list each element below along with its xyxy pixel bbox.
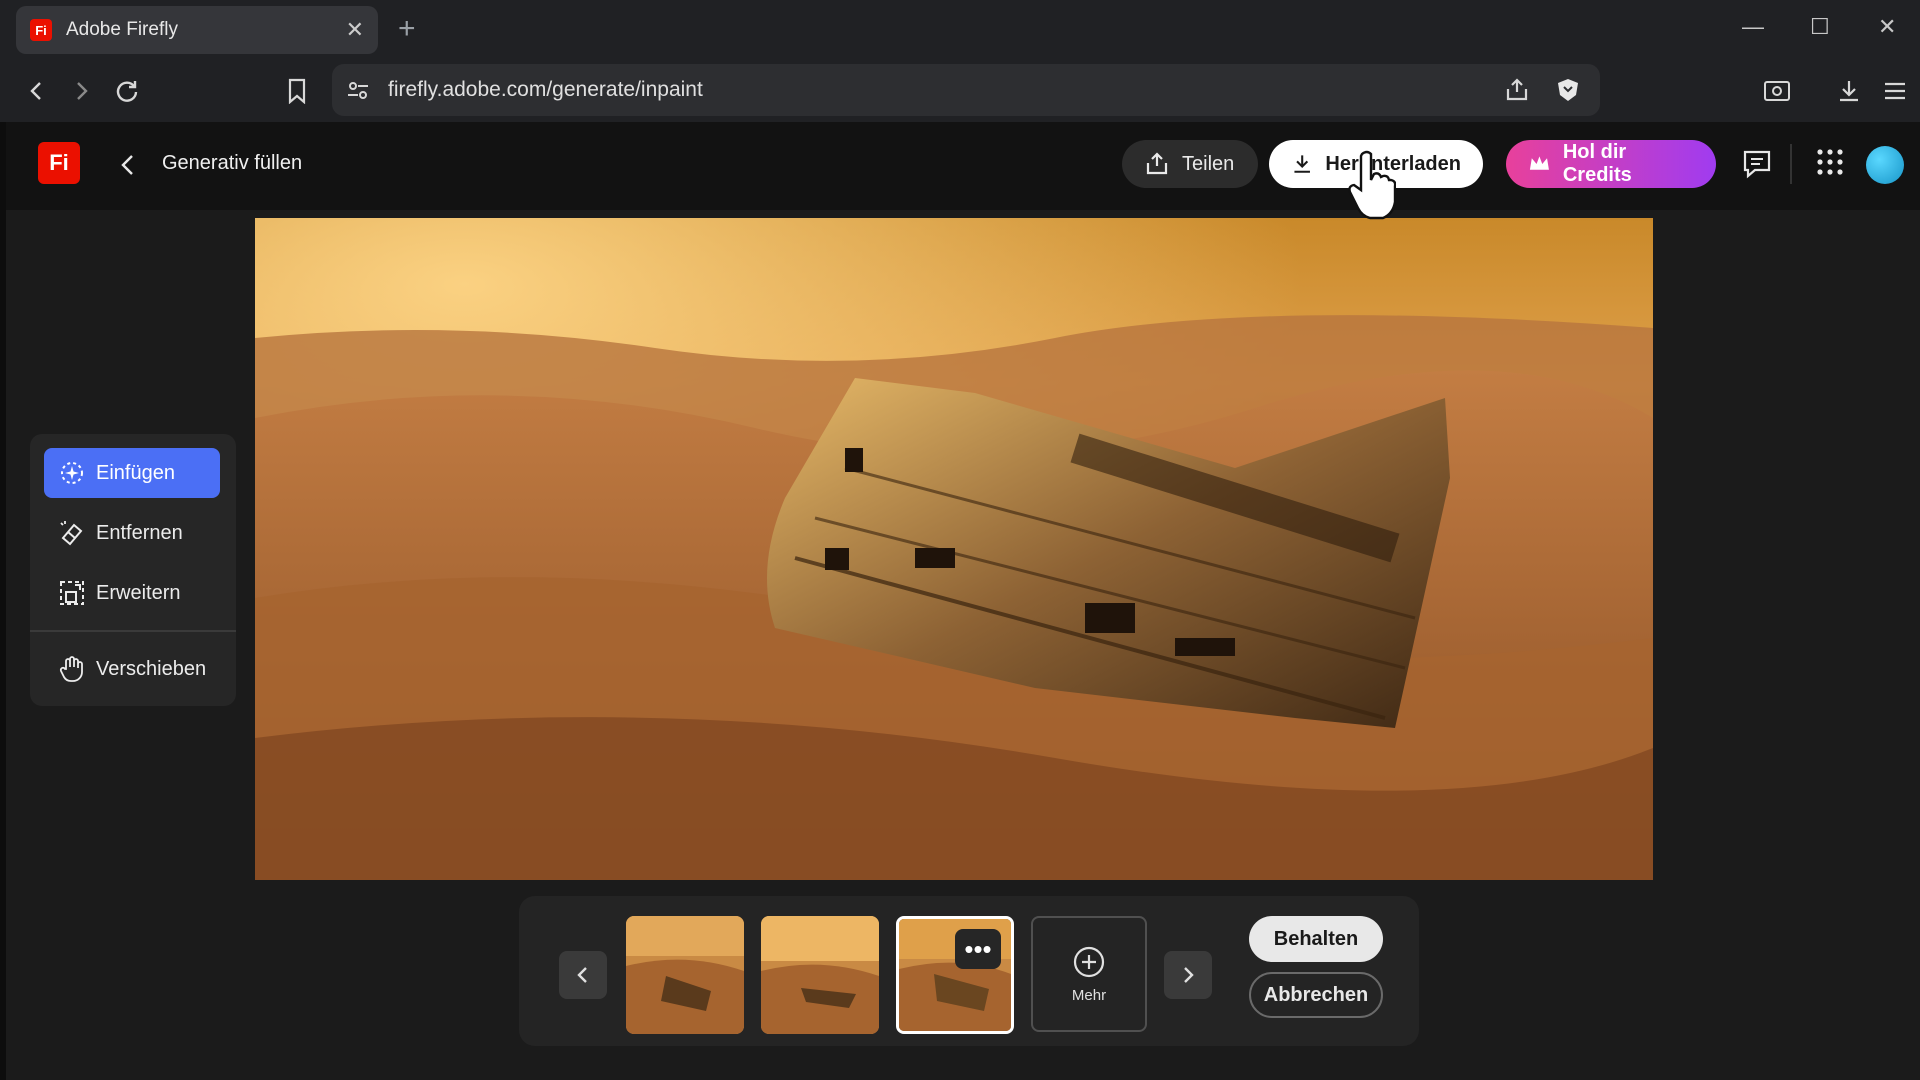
header-divider [1790,144,1792,184]
tab-title: Adobe Firefly [66,19,178,40]
apps-grid-icon[interactable] [1816,148,1844,181]
more-label: Mehr [1071,986,1107,1004]
tool-remove-label: Entfernen [96,521,183,544]
variation-thumbnail-selected[interactable]: ••• [896,916,1014,1034]
new-tab-button[interactable]: + [398,14,416,44]
tool-expand[interactable]: Erweitern [44,568,220,618]
next-variation-button[interactable] [1164,951,1212,999]
close-tab-icon[interactable]: ✕ [346,17,364,43]
reload-icon[interactable] [110,74,144,108]
cancel-button[interactable]: Abbrechen [1249,972,1383,1018]
tool-remove[interactable]: Entfernen [44,508,220,558]
avatar[interactable] [1866,146,1904,184]
shipwreck-desert-image [255,218,1653,880]
share-button[interactable]: Teilen [1122,140,1258,188]
bookmark-icon[interactable] [280,74,314,108]
variation-thumbnail[interactable] [761,916,879,1034]
hand-cursor-icon [1348,150,1396,220]
firefly-favicon-icon: Fi [30,19,52,41]
forward-icon[interactable] [64,74,98,108]
back-icon[interactable] [20,74,54,108]
share-icon [1146,152,1168,175]
tab-search-icon[interactable] [1760,74,1794,108]
keep-button[interactable]: Behalten [1249,916,1383,962]
feedback-icon[interactable] [1742,148,1772,185]
plus-circle-icon [1073,946,1105,977]
brave-shield-icon[interactable] [1556,77,1580,108]
site-settings-icon[interactable] [346,78,370,107]
credits-label: Hol dir Credits [1562,141,1632,186]
url-text[interactable]: firefly.adobe.com/generate/inpaint [388,78,703,102]
crown-icon [1529,156,1549,170]
tool-insert[interactable]: Einfügen [44,448,220,498]
close-window-button[interactable]: ✕ [1878,14,1896,40]
browser-tab[interactable]: Fi Adobe Firefly ✕ [16,6,378,54]
browser-tab-bar: Fi Adobe Firefly ✕ + — ☐ ✕ [0,0,1920,60]
minimize-window-button[interactable]: — [1742,14,1764,40]
share-label: Teilen [1182,152,1235,175]
back-arrow-icon[interactable] [118,148,138,187]
variation-options-button[interactable]: ••• [955,929,1001,969]
tool-move[interactable]: Verschieben [44,644,220,694]
insert-sparkle-icon [61,462,83,484]
variation-image [626,916,744,1034]
tool-insert-label: Einfügen [96,461,175,484]
tool-panel: Einfügen Entfernen Erweitern Verschieben [30,434,236,706]
get-credits-button[interactable]: Hol dir Credits [1506,140,1716,188]
generated-image-canvas[interactable] [255,218,1653,880]
page-title: Generativ füllen [162,152,303,174]
previous-variation-button[interactable] [559,951,607,999]
chevron-right-icon [1184,967,1194,983]
variation-image [761,916,879,1034]
menu-icon[interactable] [1878,74,1912,108]
firefly-app: Fi Generativ füllen Teilen Herunterladen… [6,122,1920,1080]
variation-thumbnail[interactable] [626,916,744,1034]
expand-icon [60,581,84,605]
tool-move-label: Verschieben [96,657,207,680]
downloads-icon[interactable] [1832,74,1866,108]
address-bar[interactable]: firefly.adobe.com/generate/inpaint [332,64,1600,116]
more-variations-button[interactable]: Mehr [1031,916,1147,1032]
variations-bar: ••• Mehr Behalten Abbrechen [519,896,1419,1046]
chevron-left-icon [577,967,587,983]
download-icon [1294,155,1310,173]
app-header: Fi Generativ füllen Teilen Herunterladen… [6,122,1920,210]
maximize-window-button[interactable]: ☐ [1810,14,1830,40]
share-page-icon[interactable] [1504,77,1530,108]
eraser-icon [60,521,83,546]
firefly-logo[interactable]: Fi [38,142,80,184]
tool-divider [30,630,236,632]
hand-icon [59,656,83,682]
tool-expand-label: Erweitern [96,581,181,604]
